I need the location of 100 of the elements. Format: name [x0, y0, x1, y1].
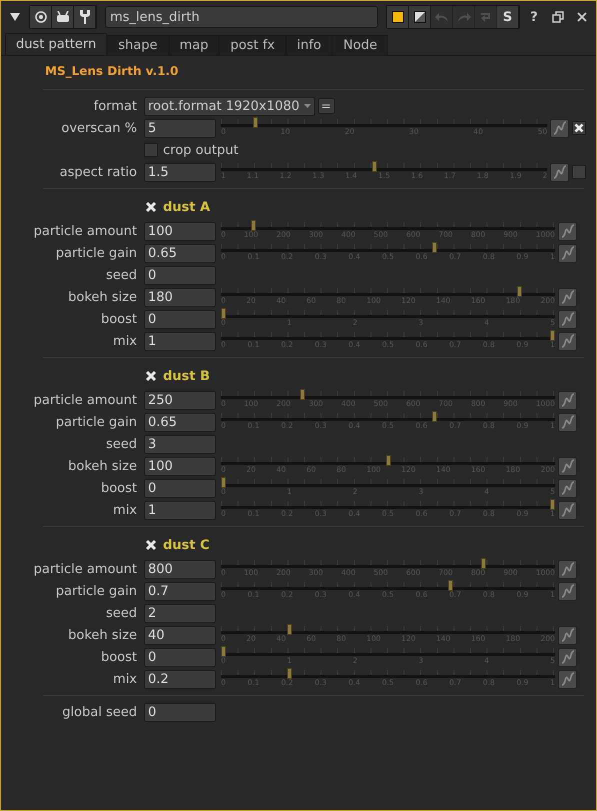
animation-button[interactable] — [558, 670, 577, 688]
value-field[interactable]: 800 — [144, 560, 216, 578]
value-field[interactable]: 2 — [144, 604, 216, 622]
slider-track[interactable] — [221, 456, 555, 464]
value-field[interactable]: 0 — [144, 648, 216, 666]
animation-button[interactable] — [558, 560, 577, 578]
slider-track[interactable] — [221, 412, 555, 420]
parameter-label: seed — [104, 436, 138, 452]
group-title: dust A — [163, 200, 210, 214]
slider-handle[interactable] — [300, 388, 305, 400]
group-checkbox[interactable] — [144, 369, 158, 383]
slider-handle[interactable] — [550, 330, 555, 340]
tab[interactable]: Node — [332, 35, 388, 55]
animation-button[interactable] — [558, 648, 577, 666]
slider-handle[interactable] — [221, 646, 226, 656]
slider-track[interactable] — [221, 582, 555, 590]
slider-handle[interactable] — [372, 160, 377, 172]
value-field[interactable]: 5 — [144, 118, 216, 138]
value-field[interactable]: 0.65 — [144, 244, 216, 262]
slider-track[interactable] — [221, 626, 555, 634]
format-link-button[interactable]: = — [318, 98, 335, 114]
slider-handle[interactable] — [432, 242, 437, 252]
slider-handle[interactable] — [448, 580, 453, 590]
animation-button[interactable] — [558, 390, 577, 410]
animation-button[interactable] — [558, 222, 577, 240]
color-button[interactable] — [387, 6, 409, 28]
animation-button[interactable] — [558, 288, 577, 306]
animation-button[interactable] — [558, 244, 577, 262]
slider-track[interactable] — [221, 244, 555, 252]
animation-button[interactable] — [550, 118, 570, 138]
value-field[interactable]: 0 — [144, 310, 216, 328]
group-checkbox[interactable] — [144, 538, 158, 552]
slider-track[interactable] — [221, 670, 555, 678]
crop-output-checkbox[interactable] — [144, 143, 158, 157]
value-field[interactable]: 100 — [144, 222, 216, 240]
group-checkbox[interactable] — [144, 200, 158, 214]
animation-button[interactable] — [558, 500, 577, 520]
value-field[interactable]: 1 — [144, 332, 216, 350]
value-field[interactable]: 1.5 — [144, 162, 216, 182]
animation-button[interactable] — [558, 626, 577, 644]
slider-track[interactable] — [221, 560, 555, 568]
slider-track[interactable] — [221, 162, 548, 170]
animation-button[interactable] — [558, 332, 577, 350]
slider-handle[interactable] — [286, 624, 292, 634]
slider-track[interactable] — [221, 390, 555, 398]
slider-handle[interactable] — [480, 558, 486, 568]
value-field[interactable]: 100 — [144, 456, 216, 476]
animation-button[interactable] — [558, 582, 577, 600]
slider-handle[interactable] — [432, 410, 437, 422]
slider-track[interactable] — [221, 648, 555, 656]
slider-handle[interactable] — [517, 286, 522, 296]
help-button[interactable]: ? — [524, 6, 544, 28]
value-field[interactable]: 1 — [144, 500, 216, 520]
tab[interactable]: map — [168, 35, 220, 55]
slider-track[interactable] — [221, 118, 548, 126]
animation-button[interactable] — [558, 456, 577, 476]
value-field[interactable]: 3 — [144, 434, 216, 454]
format-dropdown[interactable]: root.format 1920x1080 — [144, 96, 315, 116]
animation-button[interactable] — [558, 310, 577, 328]
toggle-checkbox[interactable] — [572, 165, 586, 179]
viewer-button[interactable] — [30, 6, 52, 28]
slider-track[interactable] — [221, 478, 555, 486]
settings-button[interactable] — [74, 6, 96, 28]
slider-track[interactable] — [221, 310, 555, 318]
text-button[interactable]: S — [497, 6, 519, 28]
node-button[interactable] — [52, 6, 74, 28]
tab[interactable]: info — [286, 35, 332, 55]
parameter-label: mix — [112, 334, 138, 348]
slider-handle[interactable] — [253, 116, 258, 128]
animation-button[interactable] — [550, 162, 570, 182]
node-name-field[interactable]: ms_lens_dirth — [105, 6, 378, 28]
curve-icon — [560, 672, 574, 686]
animation-button[interactable] — [558, 478, 577, 498]
tab[interactable]: dust pattern — [5, 33, 108, 55]
slider-handle[interactable] — [221, 476, 226, 488]
slider-handle[interactable] — [250, 220, 256, 230]
value-field[interactable]: 0 — [144, 478, 216, 498]
animation-button[interactable] — [558, 412, 577, 432]
slider-handle[interactable] — [286, 668, 292, 678]
value-field[interactable]: 40 — [144, 626, 216, 644]
value-field[interactable]: 0.7 — [144, 582, 216, 600]
parameter-label: seed — [104, 268, 138, 282]
mask-button[interactable] — [409, 6, 431, 28]
slider-track[interactable] — [221, 222, 555, 230]
value-field[interactable]: 0.2 — [144, 670, 216, 688]
curve-icon — [560, 334, 574, 348]
slider-track[interactable] — [221, 288, 555, 296]
value-field[interactable]: 250 — [144, 390, 216, 410]
tab[interactable]: post fx — [219, 35, 286, 55]
slider-track[interactable] — [221, 500, 555, 508]
value-field[interactable]: 0 — [144, 266, 216, 284]
slider-handle[interactable] — [221, 308, 226, 318]
value-field[interactable]: 0.65 — [144, 412, 216, 432]
toggle-checkbox[interactable] — [572, 121, 586, 135]
value-field[interactable]: 180 — [144, 288, 216, 306]
value-field[interactable]: 0 — [144, 702, 216, 722]
slider-track[interactable] — [221, 332, 555, 340]
tab[interactable]: shape — [107, 35, 168, 55]
slider-handle[interactable] — [386, 454, 390, 466]
slider-handle[interactable] — [550, 498, 555, 510]
